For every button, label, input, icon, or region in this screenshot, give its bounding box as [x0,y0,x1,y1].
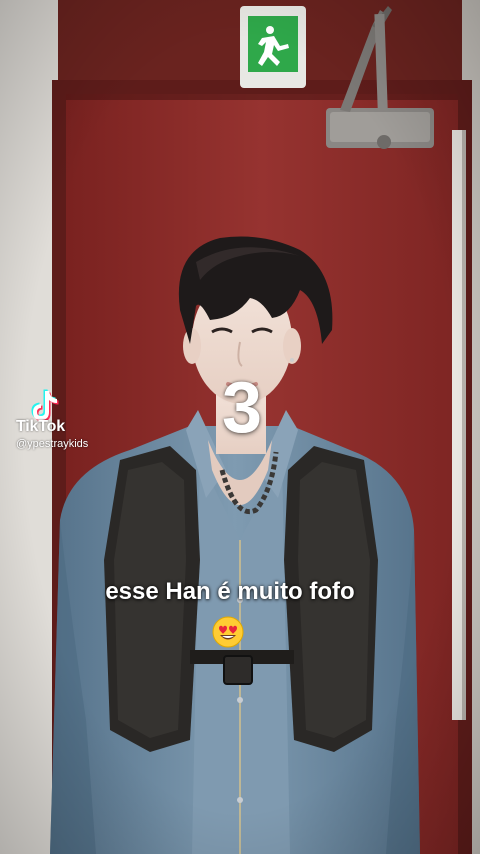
countdown-number: 3 [221,368,263,448]
video-caption: esse Han é muito fofo [105,578,355,605]
heart-eyes-emoji [212,616,244,648]
video-frame[interactable]: TikTok @ypestraykids 3 esse Han é muito … [0,0,480,854]
